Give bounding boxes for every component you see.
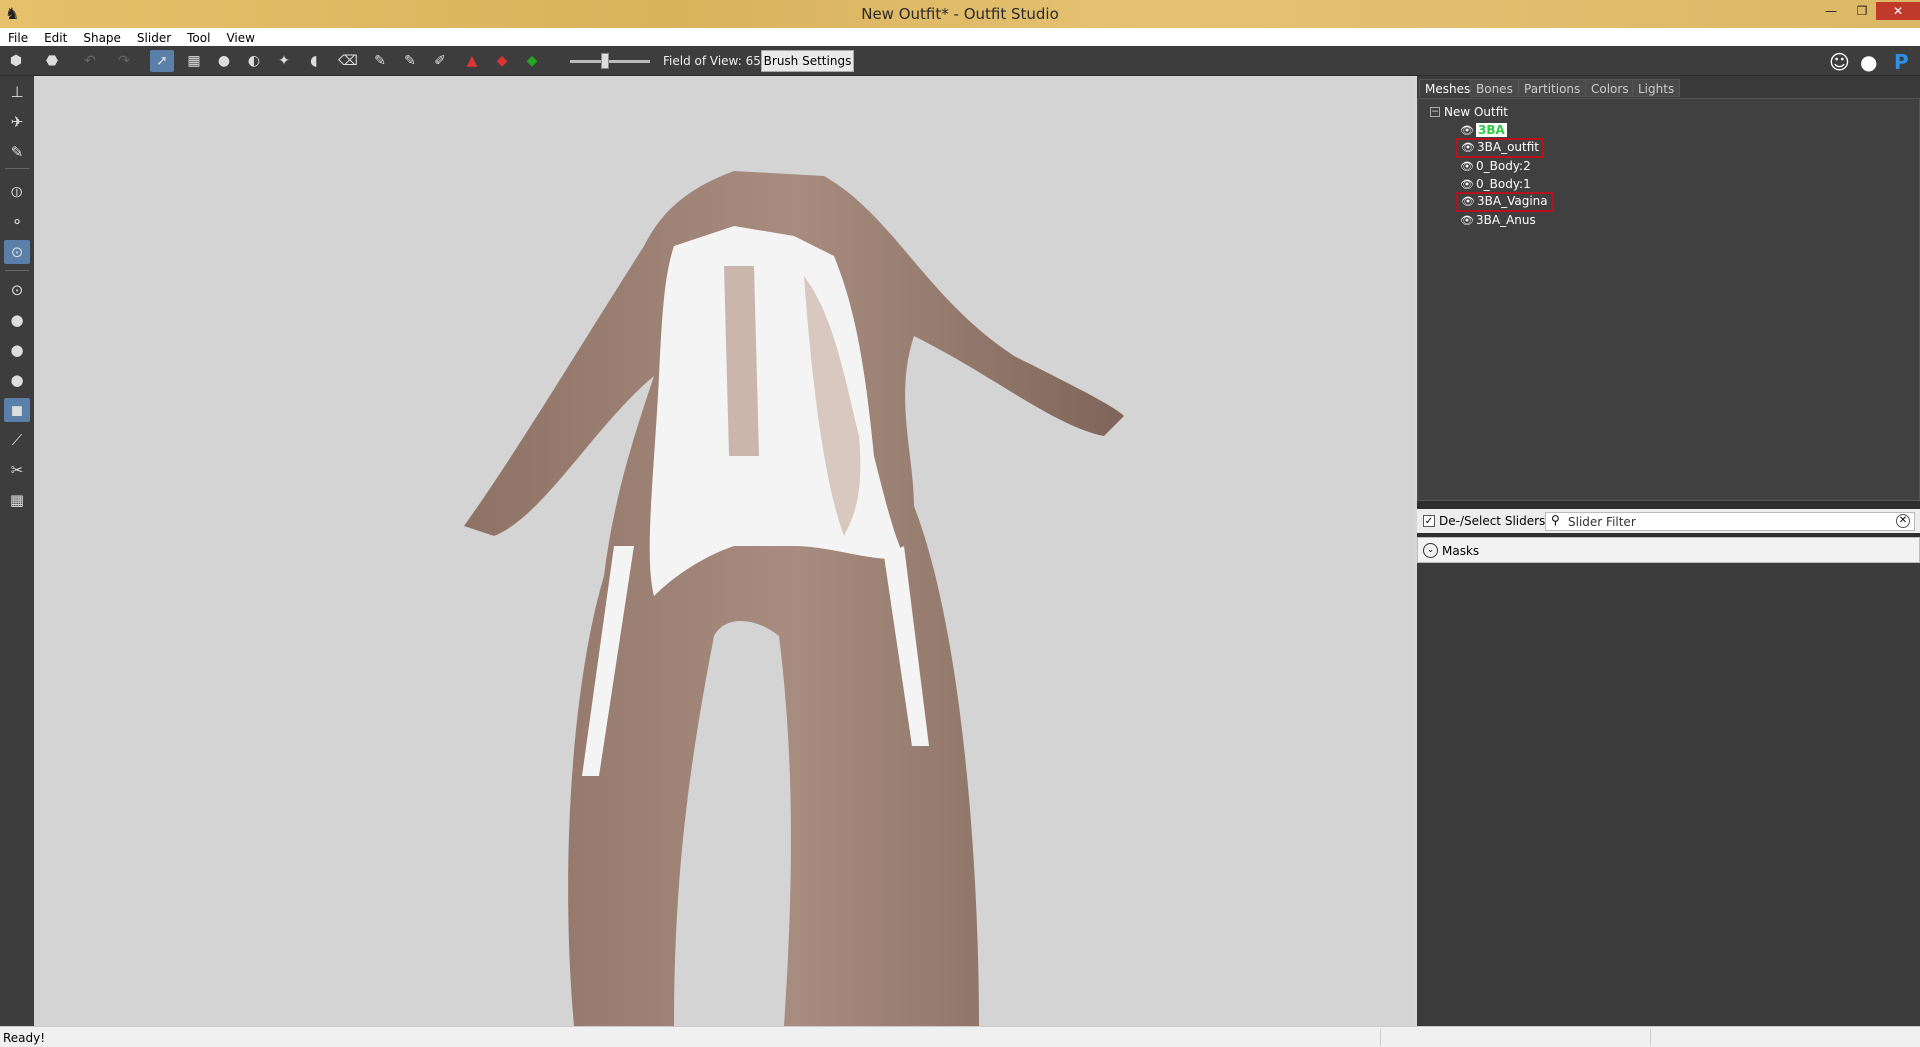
status-text: Ready! bbox=[3, 1031, 46, 1045]
tool-separator bbox=[5, 168, 29, 169]
mesh-item-label: 3BA_outfit bbox=[1477, 140, 1539, 154]
mesh-item[interactable]: 👁 0_Body:1 bbox=[1460, 175, 1531, 193]
menu-file[interactable]: File bbox=[0, 28, 36, 45]
tree-root-label: New Outfit bbox=[1444, 105, 1509, 119]
alpha-brush-icon[interactable]: ✐ bbox=[428, 50, 452, 72]
deselect-sliders-checkbox[interactable]: ✓ bbox=[1423, 515, 1435, 527]
new-project-icon[interactable]: ⬢ bbox=[4, 50, 28, 72]
github-icon[interactable]: ● bbox=[1860, 50, 1877, 74]
chevron-down-icon[interactable]: ⌄ bbox=[1423, 543, 1438, 558]
mesh-item[interactable]: 👁 3BA_outfit bbox=[1456, 138, 1544, 158]
menu-tool[interactable]: Tool bbox=[179, 28, 218, 45]
show-vertices-icon[interactable]: ⊙ bbox=[4, 278, 30, 302]
fov-label: Field of View: 65 bbox=[663, 54, 761, 68]
slider-list bbox=[1417, 563, 1920, 1026]
tab-partitions[interactable]: Partitions bbox=[1518, 79, 1587, 97]
grid-icon[interactable]: ▦ bbox=[4, 488, 30, 512]
mesh-item[interactable]: 👁 3BA bbox=[1460, 121, 1507, 139]
tab-bones[interactable]: Bones bbox=[1470, 79, 1519, 97]
show-lighting-icon[interactable]: ● bbox=[4, 338, 30, 362]
undo-icon[interactable]: ↶ bbox=[78, 50, 102, 72]
left-tool-strip: ⊥ ✈ ✎ ⦶ ⚬ ⊙ ⊙ ● ● ● ◼ ⟋ ✂ ▦ bbox=[0, 76, 34, 1026]
window-title: New Outfit* - Outfit Studio bbox=[861, 5, 1059, 23]
mesh-item[interactable]: 👁 3BA_Vagina bbox=[1456, 192, 1553, 212]
move-brush-icon[interactable]: ✦ bbox=[272, 50, 296, 72]
slider-filter-input[interactable]: ⚲ Slider Filter ✕ bbox=[1545, 512, 1915, 531]
mesh-item-label: 0_Body:2 bbox=[1476, 159, 1531, 173]
transform-tool-icon[interactable]: ⊥ bbox=[4, 80, 30, 104]
fov-slider-thumb[interactable] bbox=[601, 53, 609, 69]
search-icon: ⚲ bbox=[1551, 513, 1560, 527]
tab-meshes[interactable]: Meshes bbox=[1419, 79, 1477, 97]
mirror-x-icon[interactable]: ⦶ bbox=[4, 180, 30, 204]
open-project-icon[interactable]: ⬣ bbox=[40, 50, 64, 72]
close-button[interactable]: ✕ bbox=[1876, 2, 1920, 20]
mesh-item-label: 3BA bbox=[1476, 123, 1507, 137]
discord-icon[interactable]: ☺ bbox=[1829, 50, 1850, 74]
right-panel: Meshes Bones Partitions Colors Lights − … bbox=[1417, 76, 1920, 1026]
status-bar: Ready! bbox=[0, 1026, 1920, 1047]
status-divider bbox=[1650, 1029, 1651, 1046]
brush-settings-button[interactable]: Brush Settings bbox=[761, 50, 854, 72]
show-mask-icon[interactable]: ◼ bbox=[4, 398, 30, 422]
title-bar: ♞ New Outfit* - Outfit Studio — ❐ ✕ bbox=[0, 0, 1920, 28]
eraser-icon[interactable]: ⌫ bbox=[336, 50, 360, 72]
tab-colors[interactable]: Colors bbox=[1585, 79, 1635, 97]
show-wireframe-icon[interactable]: ● bbox=[4, 308, 30, 332]
lace-panel bbox=[724, 266, 759, 456]
flip-edge-icon[interactable]: ◆ bbox=[490, 50, 514, 72]
redo-icon[interactable]: ↷ bbox=[112, 50, 136, 72]
vertex-edit-icon[interactable]: ✎ bbox=[4, 140, 30, 164]
menu-edit[interactable]: Edit bbox=[36, 28, 75, 45]
visibility-eye-icon[interactable]: 👁 bbox=[1461, 195, 1477, 209]
mesh-item-label: 3BA_Anus bbox=[1476, 213, 1536, 227]
tool-separator bbox=[5, 270, 29, 271]
menu-bar: File Edit Shape Slider Tool View bbox=[0, 28, 1920, 46]
visibility-eye-icon[interactable]: 👁 bbox=[1460, 158, 1476, 176]
mask-brush-icon[interactable]: ▦ bbox=[182, 50, 206, 72]
collapse-vertex-icon[interactable]: ▲ bbox=[460, 50, 484, 72]
weight-brush-icon[interactable]: ✎ bbox=[368, 50, 392, 72]
mesh-item[interactable]: 👁 0_Body:2 bbox=[1460, 157, 1531, 175]
menu-slider[interactable]: Slider bbox=[129, 28, 179, 45]
show-textures-icon[interactable]: ● bbox=[4, 368, 30, 392]
pivot-tool-icon[interactable]: ✈ bbox=[4, 110, 30, 134]
select-brush-icon[interactable]: ➚ bbox=[150, 50, 174, 72]
inflate-brush-icon[interactable]: ● bbox=[212, 50, 236, 72]
split-edge-icon[interactable]: ◆ bbox=[520, 50, 544, 72]
panel-tabs: Meshes Bones Partitions Colors Lights bbox=[1417, 76, 1920, 98]
mesh-tree: − New Outfit 👁 3BA 👁 3BA_outfit 👁 0_Body:2 … bbox=[1417, 98, 1920, 501]
mesh-item-label: 0_Body:1 bbox=[1476, 177, 1531, 191]
model-render bbox=[464, 171, 1124, 1026]
mesh-item[interactable]: 👁 3BA_Anus bbox=[1460, 211, 1536, 229]
mesh-item-label: 3BA_Vagina bbox=[1477, 194, 1548, 208]
slider-filter-placeholder: Slider Filter bbox=[1568, 515, 1636, 529]
color-brush-icon[interactable]: ✎ bbox=[398, 50, 422, 72]
3d-viewport[interactable] bbox=[34, 76, 1413, 1026]
smooth-brush-icon[interactable]: ◖ bbox=[302, 50, 326, 72]
tree-root[interactable]: New Outfit bbox=[1444, 103, 1508, 121]
deflate-brush-icon[interactable]: ◐ bbox=[242, 50, 266, 72]
bone-weight-icon[interactable]: ⟋ bbox=[4, 428, 30, 452]
masks-label: Masks bbox=[1442, 544, 1480, 558]
status-divider bbox=[1380, 1029, 1381, 1046]
visibility-eye-icon[interactable]: 👁 bbox=[1461, 141, 1477, 155]
toolbar: ⬢ ⬣ ↶ ↷ ➚ ▦ ● ◐ ✦ ◖ ⌫ ✎ ✎ ✐ ▲ ◆ ◆ Field … bbox=[0, 46, 1920, 76]
masks-section[interactable]: ⌄ Masks bbox=[1417, 537, 1920, 563]
deselect-sliders-label: De-/Select Sliders bbox=[1439, 514, 1546, 528]
clear-filter-icon[interactable]: ✕ bbox=[1896, 514, 1910, 528]
fov-slider[interactable] bbox=[570, 60, 650, 63]
tab-lights[interactable]: Lights bbox=[1632, 79, 1681, 97]
slider-toolbar: ✓ De-/Select Sliders ⚲ Slider Filter ✕ bbox=[1417, 509, 1920, 533]
maximize-button[interactable]: ❐ bbox=[1848, 2, 1876, 20]
minimize-button[interactable]: — bbox=[1814, 2, 1848, 20]
bone-display-icon[interactable]: ✂ bbox=[4, 458, 30, 482]
collapse-toggle-icon[interactable]: − bbox=[1430, 107, 1440, 117]
connected-only-icon[interactable]: ⚬ bbox=[4, 210, 30, 234]
global-brush-icon[interactable]: ⊙ bbox=[4, 240, 30, 264]
paypal-icon[interactable]: P bbox=[1894, 50, 1909, 74]
visibility-eye-icon[interactable]: 👁 bbox=[1460, 212, 1476, 230]
menu-view[interactable]: View bbox=[218, 28, 262, 45]
menu-shape[interactable]: Shape bbox=[75, 28, 129, 45]
